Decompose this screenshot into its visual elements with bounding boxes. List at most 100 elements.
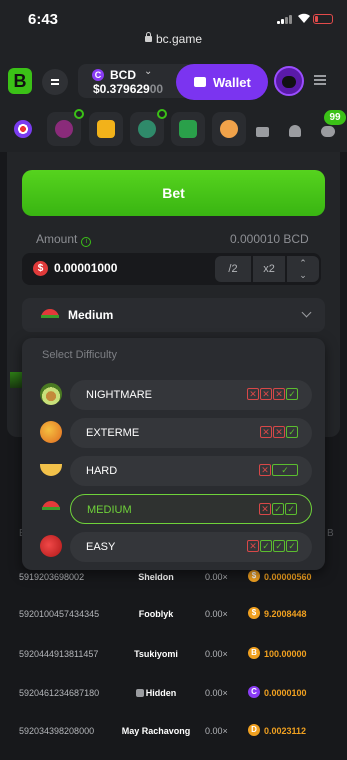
game-shortcut[interactable] (6, 112, 40, 146)
url-text: bc.game (155, 32, 203, 46)
crystal-ball-icon (55, 120, 73, 138)
odds-marks: ✕ ✓ ✓ (258, 503, 297, 517)
multiplier: 0.00× (205, 726, 228, 736)
double-button[interactable]: x2 (253, 256, 285, 282)
selected-difficulty: Medium (68, 308, 114, 322)
coin-icon (97, 120, 115, 138)
game-shortcut[interactable] (130, 109, 167, 146)
difficulty-option-exterme[interactable]: EXTERME ✕ ✕ ✓ (70, 418, 312, 448)
avocado-icon (40, 383, 62, 405)
amount-stepper[interactable]: ⌃ ⌄ (287, 256, 319, 282)
bet-id: 592034398208000 (19, 726, 95, 736)
signal-icon (277, 14, 293, 24)
game-shortcuts (0, 106, 347, 152)
player-name: Tsukiyomi (134, 649, 178, 659)
odds-marks: ✕ ✕ ✕ ✓ (246, 388, 298, 402)
game-shortcut[interactable] (212, 112, 246, 146)
robot-icon (138, 120, 156, 138)
bet-id: 5919203698002 (19, 572, 85, 582)
option-label: HARD (86, 465, 118, 477)
status-bar: 6:43 (0, 0, 347, 32)
banana-icon (40, 464, 62, 476)
table-row[interactable]: 5919203698002 Sheldon 0.00× $ 0.00000560 (0, 568, 347, 606)
wifi-icon (298, 13, 310, 23)
amount-input[interactable]: $ 0.00001000 /2 x2 ⌃ ⌄ (22, 253, 321, 285)
avatar[interactable] (274, 66, 304, 96)
table-header-fragment: B (327, 528, 334, 539)
chat-badge: 99 (324, 110, 346, 125)
hidden-user-icon (135, 689, 144, 697)
wallet-button[interactable]: Wallet (176, 64, 268, 100)
half-button[interactable]: /2 (215, 256, 251, 282)
chevron-down-icon[interactable]: ⌄ (287, 269, 319, 281)
coin-icon: $ (248, 607, 260, 619)
wallet-label: Wallet (213, 75, 251, 90)
bell-icon[interactable] (289, 125, 301, 137)
multiplier: 0.00× (205, 688, 228, 698)
game-shortcut[interactable] (47, 109, 84, 146)
player-name: May Rachavong (121, 726, 191, 736)
odds-marks: ✕ ✓ ✓ ✓ (246, 540, 298, 554)
odds-marks: ✕ ✓ (258, 464, 298, 478)
coin-icon: C (248, 686, 260, 698)
player-name: Hidden (108, 688, 204, 698)
battery-icon (313, 14, 333, 24)
player-name: Fooblyk (138, 609, 174, 619)
bet-id: 5920444913811457 (19, 649, 99, 659)
player-name: Sheldon (138, 572, 174, 582)
chat-icon[interactable] (321, 126, 335, 137)
option-label: EASY (86, 541, 116, 553)
trophy-icon (220, 120, 238, 138)
amount-label: Amount i (36, 232, 92, 247)
currency-code: BCD (110, 68, 136, 82)
info-icon[interactable]: i (81, 237, 92, 247)
list-menu-icon[interactable] (314, 75, 326, 85)
table-row[interactable]: 592034398208000 May Rachavong 0.00× D 0.… (0, 722, 347, 760)
watermelon-icon (42, 501, 60, 513)
target-icon (14, 120, 32, 138)
balance-amount: $0.37962900 (93, 82, 164, 96)
difficulty-option-easy[interactable]: EASY ✕ ✓ ✓ ✓ (70, 532, 312, 562)
chevron-down-icon: ⌄ (144, 66, 153, 77)
apple-icon (40, 535, 62, 557)
lock-icon (144, 32, 152, 42)
watermelon-icon (41, 309, 59, 321)
payout: 9.2008448 (264, 609, 307, 619)
chevron-up-icon[interactable]: ⌃ (287, 257, 319, 269)
address-bar[interactable]: bc.game (0, 32, 347, 56)
multiplier: 0.00× (205, 649, 228, 659)
multiplier: 0.00× (205, 609, 228, 619)
payout: 100.00000 (264, 649, 307, 659)
bc-logo[interactable]: B (8, 68, 32, 94)
site-header: B C BCD ⌄ $0.37962900 Wallet (0, 56, 347, 106)
mail-icon[interactable] (256, 127, 269, 137)
option-label: MEDIUM (87, 504, 132, 516)
odds-marks: ✕ ✕ ✓ (259, 426, 298, 440)
difficulty-dropdown: Select Difficulty NIGHTMARE ✕ ✕ ✕ ✓ EXTERME… (22, 338, 325, 570)
game-shortcut[interactable] (89, 112, 123, 146)
chevron-down-icon (301, 307, 312, 318)
payout: 0.0000100 (264, 688, 307, 698)
coin-icon: B (248, 647, 260, 659)
menu-button[interactable] (42, 69, 68, 95)
coin-icon: D (248, 724, 260, 736)
coin-icon: $ (248, 570, 260, 582)
notification-dot (157, 109, 167, 119)
difficulty-option-medium[interactable]: MEDIUM ✕ ✓ ✓ (70, 494, 312, 524)
clock: 6:43 (28, 11, 59, 28)
difficulty-option-hard[interactable]: HARD ✕ ✓ (70, 456, 312, 486)
multiplier: 0.00× (205, 572, 228, 582)
wallet-icon (194, 77, 206, 87)
dollar-coin-icon: $ (33, 261, 48, 276)
difficulty-select[interactable]: Medium (22, 298, 325, 332)
table-row[interactable]: 5920444913811457 Tsukiyomi 0.00× B 100.0… (0, 645, 347, 683)
payout: 0.00000560 (264, 572, 312, 582)
table-row[interactable]: 5920461234687180 Hidden 0.00× C 0.000010… (0, 684, 347, 722)
game-shortcut[interactable] (171, 112, 205, 146)
bet-button[interactable]: Bet (22, 170, 325, 216)
difficulty-option-nightmare[interactable]: NIGHTMARE ✕ ✕ ✕ ✓ (70, 380, 312, 410)
dropdown-title: Select Difficulty (42, 349, 117, 361)
option-label: NIGHTMARE (86, 389, 152, 401)
amount-conversion: 0.000010 BCD (230, 232, 309, 246)
table-row[interactable]: 5920100457434345 Fooblyk 0.00× $ 9.20084… (0, 605, 347, 643)
